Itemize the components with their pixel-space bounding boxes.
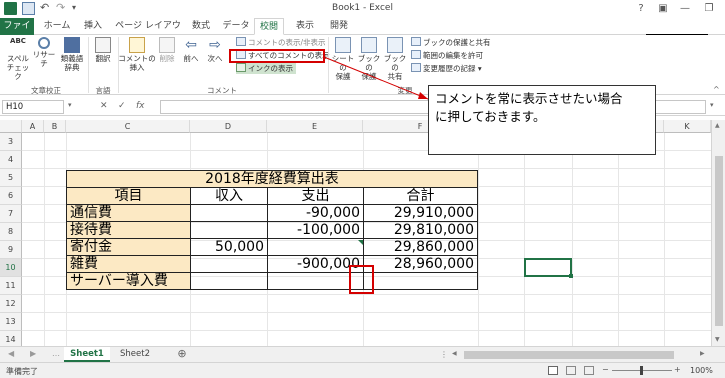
next-sheet-icon[interactable]: ▶ [30, 349, 36, 358]
scroll-right-icon[interactable]: ▶ [700, 350, 705, 357]
page-break-view-icon[interactable] [584, 366, 594, 375]
scroll-up-icon[interactable]: ▲ [715, 122, 720, 129]
page-layout-view-icon[interactable] [566, 366, 576, 375]
previous-sheet-icon[interactable]: ◀ [8, 349, 14, 358]
scroll-thumb[interactable] [715, 156, 723, 326]
status-bar: 準備完了 − + 100% [0, 362, 725, 378]
callout-arrow-head [418, 92, 428, 99]
more-sheets-icon[interactable]: … [52, 349, 60, 358]
sheet-tab-bar: ◀ ▶ … Sheet1 Sheet2 ⊕ ⋮ ◀ ▶ [0, 346, 725, 362]
zoom-slider-thumb[interactable] [640, 366, 643, 375]
normal-view-icon[interactable] [548, 366, 558, 375]
horizontal-scroll-thumb[interactable] [464, 351, 674, 359]
callout-arrow [323, 56, 429, 100]
add-sheet-icon[interactable]: ⊕ [172, 347, 192, 362]
sheet-tab-sheet2[interactable]: Sheet2 [112, 347, 158, 362]
scroll-left-icon[interactable]: ◀ [452, 350, 457, 357]
scroll-down-icon[interactable]: ▼ [715, 336, 720, 343]
zoom-level[interactable]: 100% [690, 366, 713, 375]
callout-box: コメントを常に表示させたい場合 に押しておきます。 [428, 85, 656, 155]
callout-arrow-line [323, 56, 429, 100]
sheet-tab-sheet1[interactable]: Sheet1 [64, 347, 110, 362]
zoom-out-button[interactable]: − [602, 365, 609, 374]
zoom-in-button[interactable]: + [674, 365, 681, 374]
callout-line-2: に押しておきます。 [435, 109, 546, 124]
callout-line-1: コメントを常に表示させたい場合 [435, 91, 623, 106]
vertical-scrollbar[interactable]: ▲ ▼ [711, 120, 725, 346]
status-ready: 準備完了 [6, 367, 38, 376]
hscroll-handle-icon[interactable]: ⋮ [440, 350, 448, 359]
